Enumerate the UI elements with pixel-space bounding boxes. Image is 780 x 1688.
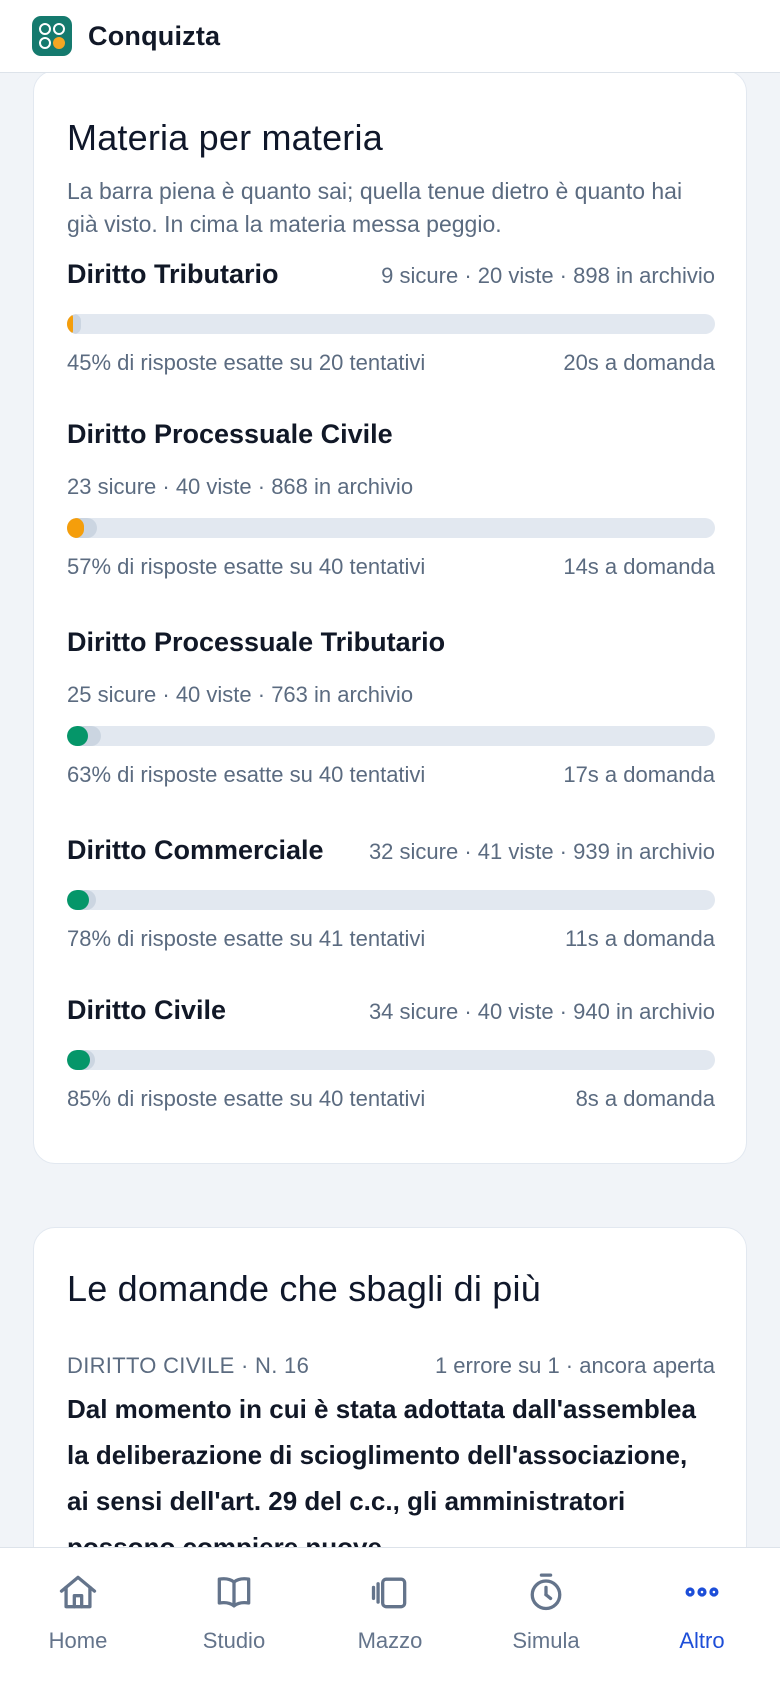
subject-time: 17s a domanda	[563, 762, 715, 787]
subjects-card: Materia per materia La barra piena è qua…	[33, 70, 747, 1164]
subject-name: Diritto Tributario	[67, 259, 279, 289]
subjects-card-title: Materia per materia	[67, 117, 383, 158]
known-fill	[67, 518, 84, 538]
subject-stats: 23 sicure · 40 viste · 868 in archivio	[67, 474, 414, 499]
subject-name: Diritto Commerciale	[67, 835, 324, 865]
subject-progress-bar	[67, 890, 715, 910]
stopwatch-icon	[530, 1573, 562, 1611]
subject-accuracy: 85% di risposte esatte su 40 tentativi	[67, 1086, 426, 1111]
nav-label: Altro	[679, 1628, 725, 1653]
subject-stats: 9 sicure · 20 viste · 898 in archivio	[381, 263, 715, 288]
subject-progress-bar	[67, 518, 715, 538]
subject-progress-bar	[67, 314, 715, 334]
known-fill	[67, 890, 90, 910]
subject-stats: 25 sicure · 40 viste · 763 in archivio	[67, 682, 414, 707]
nav-item-mazzo[interactable]: Mazzo	[312, 1548, 468, 1688]
subject-diritto-processuale-tributario[interactable]: Diritto Processuale Tributario 25 sicure…	[67, 627, 715, 788]
subject-accuracy: 63% di risposte esatte su 40 tentativi	[67, 762, 426, 787]
nav-item-altro[interactable]: Altro	[624, 1548, 780, 1688]
known-fill	[67, 314, 74, 334]
app-header: Conquizta	[0, 0, 780, 73]
subject-accuracy: 78% di risposte esatte su 41 tentativi	[67, 926, 426, 951]
wrong-questions-title: Le domande che sbagli di più	[67, 1268, 541, 1309]
subject-time: 8s a domanda	[575, 1086, 715, 1111]
nav-item-home[interactable]: Home	[0, 1548, 156, 1688]
subject-name: Diritto Processuale Tributario	[67, 627, 446, 657]
nav-label: Mazzo	[357, 1628, 423, 1653]
subject-stats: 32 sicure · 41 viste · 939 in archivio	[368, 839, 715, 864]
question-subject: DIRITTO CIVILE · N. 16	[67, 1353, 310, 1378]
app-logo-icon[interactable]	[32, 16, 72, 56]
app-title: Conquizta	[88, 20, 221, 51]
subject-name: Diritto Processuale Civile	[67, 419, 393, 449]
book-icon	[217, 1577, 251, 1608]
bottom-nav: Home Studio Mazzo Simula Altro	[0, 1547, 780, 1688]
subjects-card-subtitle: La barra piena è quanto sai; quella tenu…	[67, 178, 683, 237]
subject-accuracy: 45% di risposte esatte su 20 tentativi	[67, 350, 426, 375]
subject-name: Diritto Civile	[67, 995, 227, 1025]
subject-footer: 63% di risposte esatte su 40 tentativi 1…	[67, 762, 715, 788]
subject-diritto-processuale-civile[interactable]: Diritto Processuale Civile 23 sicure · 4…	[67, 419, 715, 580]
subject-footer: 57% di risposte esatte su 40 tentativi 1…	[67, 554, 715, 580]
subject-diritto-tributario[interactable]: Diritto Tributario 9 sicure · 20 viste ·…	[67, 259, 715, 376]
question-status: 1 errore su 1 · ancora aperta	[434, 1353, 715, 1378]
subject-time: 20s a domanda	[563, 350, 715, 375]
subject-footer: 78% di risposte esatte su 41 tentativi 1…	[67, 926, 715, 952]
nav-item-studio[interactable]: Studio	[156, 1548, 312, 1688]
subject-footer: 85% di risposte esatte su 40 tentativi 8…	[67, 1086, 715, 1112]
subject-stats: 34 sicure · 40 viste · 940 in archivio	[368, 999, 715, 1024]
cards-icon	[371, 1577, 407, 1609]
nav-item-simula[interactable]: Simula	[468, 1548, 624, 1688]
home-icon	[59, 1575, 97, 1609]
subject-progress-bar	[67, 1050, 715, 1070]
subject-time: 11s a domanda	[564, 926, 715, 951]
subject-diritto-civile[interactable]: Diritto Civile 34 sicure · 40 viste · 94…	[67, 995, 715, 1112]
more-icon	[685, 1587, 719, 1597]
known-fill	[67, 1050, 91, 1070]
nav-label: Home	[48, 1628, 108, 1653]
subject-footer: 45% di risposte esatte su 20 tentativi 2…	[67, 350, 715, 376]
nav-label: Simula	[512, 1628, 580, 1653]
subject-time: 14s a domanda	[563, 554, 715, 579]
question-text[interactable]: Dal momento in cui è stata adottata dall…	[67, 1386, 715, 1570]
subject-diritto-commerciale[interactable]: Diritto Commerciale 32 sicure · 41 viste…	[67, 835, 715, 952]
subject-progress-bar	[67, 726, 715, 746]
question-meta: DIRITTO CIVILE · N. 16 1 errore su 1 · a…	[67, 1353, 715, 1379]
nav-label: Studio	[202, 1628, 266, 1653]
subject-accuracy: 57% di risposte esatte su 40 tentativi	[67, 554, 426, 579]
